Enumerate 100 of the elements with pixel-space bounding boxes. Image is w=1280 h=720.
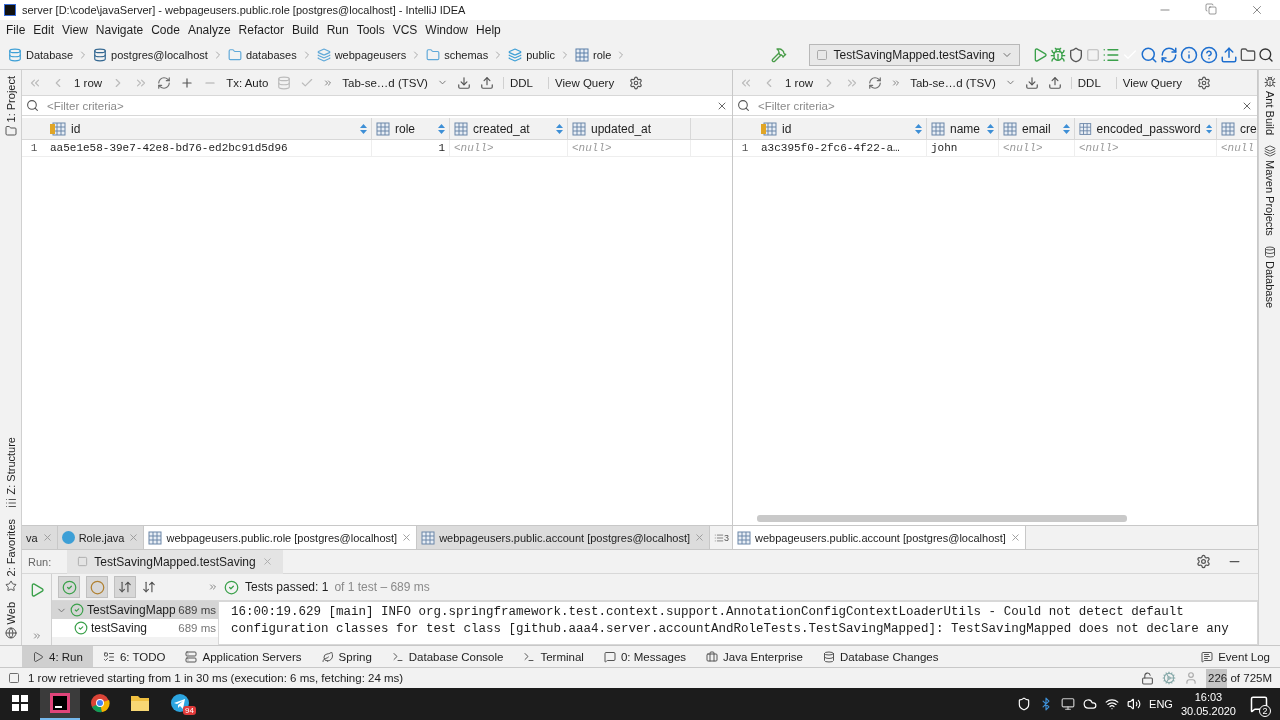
clock[interactable]: 16:03 30.05.2020 (1180, 690, 1236, 718)
menu-item[interactable]: Build (287, 23, 323, 37)
column-header[interactable]: name (927, 118, 999, 139)
tool-window-button[interactable]: Maven Projects (1263, 160, 1276, 236)
row-count[interactable]: 1 row (74, 76, 103, 89)
sort-duration-icon[interactable] (142, 580, 156, 594)
breadcrumb-item[interactable]: Database (6, 47, 76, 62)
tool-window-button[interactable]: 2: Favorites (4, 519, 17, 577)
menu-item[interactable]: Code (147, 23, 184, 37)
cloud-icon[interactable] (1083, 697, 1098, 711)
more-icon[interactable] (208, 582, 218, 592)
download-icon[interactable] (1024, 75, 1039, 90)
format-dropdown[interactable]: Tab-se…d (TSV) (342, 76, 428, 89)
filter-field[interactable]: <Filter criteria> (756, 98, 1235, 113)
upload-icon[interactable] (479, 75, 494, 90)
show-ignored-button[interactable] (86, 576, 108, 598)
sort-icon[interactable] (556, 123, 563, 134)
folder-icon[interactable] (130, 694, 150, 712)
tool-window-button[interactable]: Database (1263, 260, 1276, 308)
tool-window-button[interactable]: Web (4, 601, 17, 624)
database-icon[interactable] (277, 75, 292, 90)
tool-window-button[interactable]: Database Changes (813, 645, 949, 668)
lock-icon[interactable] (1141, 671, 1155, 685)
tab-overflow[interactable]: 3 (710, 526, 734, 549)
menu-item[interactable]: Refactor (234, 23, 288, 37)
search-icon[interactable] (737, 99, 750, 112)
shield-icon[interactable] (1017, 697, 1032, 711)
run-tab[interactable]: TestSavingMapped.testSaving (67, 549, 283, 574)
more-icon[interactable] (323, 77, 334, 88)
scrollbar[interactable] (757, 515, 1127, 522)
more-icon[interactable] (891, 77, 902, 88)
build-icon[interactable] (770, 46, 787, 63)
transaction-mode-dropdown[interactable]: Tx: Auto (226, 76, 269, 89)
column-header[interactable]: role (372, 118, 450, 139)
tool-window-button[interactable]: Java Enterprise (696, 645, 813, 668)
tool-window-button[interactable]: Ant Build (1263, 91, 1276, 136)
column-header[interactable]: cre (1217, 118, 1257, 139)
sort-icon[interactable] (987, 123, 994, 134)
column-header[interactable]: id (757, 118, 927, 139)
close-icon[interactable] (694, 532, 706, 543)
column-header[interactable]: encoded_password (1075, 118, 1217, 139)
tool-window-button[interactable]: 4: Run (22, 645, 93, 668)
sort-button[interactable] (114, 576, 136, 598)
menu-item[interactable]: Edit (29, 23, 59, 37)
info-icon[interactable] (1180, 45, 1198, 64)
event-log-button[interactable]: Event Log (1191, 645, 1280, 668)
upload-icon[interactable] (1047, 75, 1062, 90)
menu-item[interactable]: View (58, 23, 92, 37)
tool-window-button[interactable]: Spring (311, 645, 382, 668)
sort-icon[interactable] (1205, 123, 1212, 134)
run-icon[interactable] (1032, 46, 1048, 63)
editor-tab[interactable]: webpageusers.public.account [postgres@localhost] (733, 526, 1026, 549)
chrome-icon[interactable] (90, 693, 110, 713)
menu-item[interactable]: Help (472, 23, 505, 37)
breadcrumb-item[interactable]: databases (225, 47, 299, 62)
status-icon[interactable] (8, 672, 20, 684)
tool-window-button[interactable]: 1: Project (4, 76, 17, 123)
breadcrumb-item[interactable]: role (573, 47, 614, 62)
editor-tab[interactable]: va (22, 526, 58, 549)
upload-icon[interactable] (1220, 45, 1238, 64)
debug-icon[interactable] (1050, 46, 1066, 63)
close-icon[interactable] (1009, 532, 1021, 543)
search-icon[interactable] (26, 99, 39, 112)
menu-item[interactable]: Tools (352, 23, 389, 37)
tool-window-button[interactable]: Terminal (513, 645, 594, 668)
breadcrumb-item[interactable]: public (506, 47, 557, 62)
menu-item[interactable]: Analyze (183, 23, 235, 37)
editor-tab[interactable]: webpageusers.public.account [postgres@localhost] (417, 526, 711, 549)
refresh-icon[interactable] (1160, 45, 1178, 64)
column-header[interactable]: email (999, 118, 1075, 139)
format-dropdown[interactable]: Tab-se…d (TSV) (910, 76, 996, 89)
breadcrumb-item[interactable]: schemas (424, 47, 491, 62)
tool-window-button[interactable]: Application Servers (175, 645, 312, 668)
close-icon[interactable] (261, 556, 273, 567)
more-icon[interactable] (31, 631, 42, 641)
editor-tab[interactable]: Role.java (57, 526, 145, 549)
monitor-icon[interactable] (1061, 697, 1076, 711)
menu-item[interactable]: File (2, 23, 30, 37)
tool-window-button[interactable]: Z: Structure (4, 436, 17, 495)
menu-item[interactable]: VCS (388, 23, 422, 37)
column-header[interactable]: updated_at (568, 118, 691, 139)
volume-icon[interactable] (1127, 697, 1142, 711)
tool-window-button[interactable]: 6: TODO (92, 645, 176, 668)
editor-tab[interactable]: webpageusers.public.role [postgres@localhost] (144, 526, 418, 549)
reload-icon[interactable] (868, 75, 883, 90)
intellij-icon[interactable] (50, 693, 70, 713)
search-icon[interactable] (1258, 46, 1274, 63)
add-row-icon[interactable] (180, 75, 195, 90)
filter-field[interactable]: <Filter criteria> (45, 98, 710, 113)
tool-window-button[interactable]: Database Console (381, 645, 514, 668)
language-indicator[interactable]: ENG (1149, 698, 1173, 710)
close-icon[interactable] (41, 532, 53, 543)
toolbar-button[interactable]: View Query (547, 76, 621, 89)
close-icon[interactable] (401, 532, 413, 543)
project-structure-icon[interactable] (1240, 46, 1256, 63)
toolbar-button[interactable]: DDL (1070, 76, 1107, 89)
memory-indicator[interactable]: 226 of 725M (1206, 668, 1274, 688)
row-count[interactable]: 1 row (785, 76, 814, 89)
restore-icon[interactable] (1205, 3, 1217, 15)
sort-icon[interactable] (1063, 123, 1070, 134)
